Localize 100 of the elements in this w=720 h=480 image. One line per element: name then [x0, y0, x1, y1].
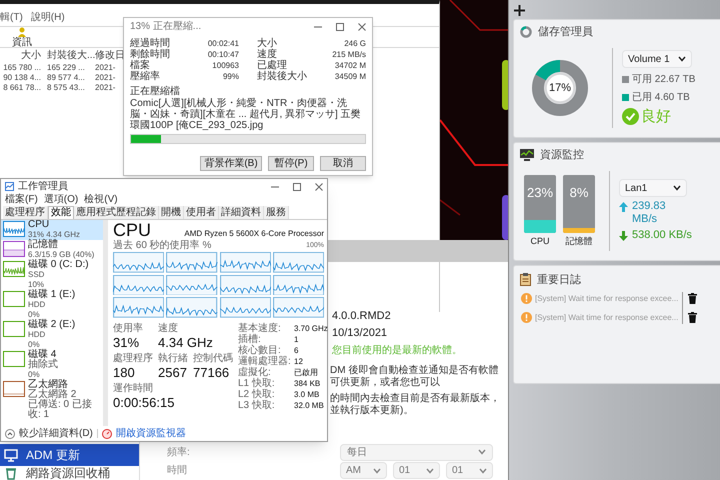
usage-graph: [166, 252, 218, 273]
stat-value: 77166: [193, 365, 230, 381]
device-detail: 乙太網路 2: [28, 390, 76, 400]
window-title: 工作管理員: [18, 180, 68, 192]
device-detail: 已傳送: 0 已接收: 1: [28, 400, 93, 420]
chevron-down-icon: [426, 468, 434, 474]
bin-icon: [4, 466, 18, 480]
table-cell-text: 165 229 ...: [46, 63, 86, 73]
tab[interactable]: 使用者: [184, 206, 219, 219]
usage-graph: [272, 274, 324, 296]
tab[interactable]: 應用程式歷程記錄: [74, 206, 159, 219]
stat-value: 31%: [113, 335, 140, 351]
trash-icon[interactable]: [688, 312, 698, 323]
table-cell-text: 90 138 4...: [2, 73, 42, 83]
stat-label: 速度: [257, 49, 277, 60]
tab[interactable]: 服務: [264, 206, 289, 219]
stat-label: 處理程序: [113, 353, 154, 365]
field-label: 時間: [166, 464, 188, 478]
trash-icon[interactable]: [688, 293, 698, 304]
storage-icon: [520, 26, 532, 38]
resource-monitor-link[interactable]: 開啟資源監視器: [116, 428, 186, 440]
table-cell-text: 2021-: [94, 73, 116, 83]
spec-label: L3 快取:: [238, 400, 276, 411]
sidebar-item[interactable]: ADM 更新: [0, 444, 139, 466]
menu-item[interactable]: 選項(O): [44, 194, 78, 206]
window-title: 13% 正在壓縮...: [130, 20, 202, 34]
stat-value: 0:00:56:15: [113, 395, 176, 411]
maximize-icon[interactable]: [293, 182, 301, 190]
percent-text: 17%: [548, 80, 572, 94]
add-icon[interactable]: [514, 5, 525, 16]
dialog-button[interactable]: 取消: [320, 156, 366, 171]
scrollbar[interactable]: [103, 220, 108, 426]
time-dropdown[interactable]: 01: [393, 462, 440, 479]
stat-label: 剩餘時間: [130, 49, 170, 60]
stat-label: 封裝後大小: [257, 71, 307, 82]
menu-item[interactable]: 說明(H): [30, 12, 65, 26]
stat-value: 34509 M: [334, 71, 366, 82]
tab[interactable]: 詳細資料: [219, 206, 264, 219]
monitor-icon: [520, 149, 534, 161]
column-header[interactable]: 大小: [2, 50, 44, 63]
card-title: 重要日誌: [537, 274, 581, 286]
card-title: 儲存管理員: [538, 26, 593, 38]
stat-value: 100963: [212, 60, 239, 71]
table-cell-text: 2021-: [94, 83, 116, 93]
interface-dropdown[interactable]: Lan1: [619, 179, 687, 197]
usage-graph: [220, 297, 271, 318]
time-dropdown[interactable]: 01: [446, 462, 493, 479]
usage-graph: [113, 274, 164, 296]
chevron-down-icon: [678, 56, 686, 62]
device-detail: HDD: [28, 330, 46, 340]
close-icon[interactable]: [358, 22, 366, 30]
maximize-icon[interactable]: [336, 22, 344, 30]
dialog-button[interactable]: 背景作業(B): [200, 156, 262, 171]
device-name: 磁碟 1 (E:): [28, 290, 76, 300]
tab[interactable]: 開機: [159, 206, 184, 219]
usage-graph: [113, 252, 164, 273]
stat-label: 大小: [257, 38, 277, 49]
menu-item[interactable]: 檔案(F): [5, 194, 38, 206]
legend-label: 已用 4.60 TB: [632, 90, 690, 104]
volume-dropdown[interactable]: Volume 1: [622, 50, 692, 68]
device-detail: 10%: [28, 280, 44, 289]
spec-value: 6: [294, 345, 300, 356]
stat-label: 執行緒: [158, 353, 189, 365]
warning-icon: [521, 312, 532, 323]
less-details-button[interactable]: 較少詳細資料(D): [19, 428, 93, 440]
spec-label: L2 快取:: [238, 389, 276, 400]
stat-label: 壓縮率: [130, 71, 160, 82]
menu-item[interactable]: 檢視(V): [84, 194, 118, 206]
used-segment: [536, 60, 560, 80]
tab[interactable]: 效能: [48, 206, 74, 219]
health-status: 良好: [641, 108, 671, 125]
stat-value: 246 G: [344, 38, 366, 49]
version-text: 4.0.0.RMD2: [332, 310, 391, 323]
clipboard-icon: [520, 273, 531, 286]
download-arrow-icon: [619, 230, 628, 240]
table-cell-text: 2021-: [94, 63, 116, 73]
close-icon[interactable]: [315, 182, 323, 190]
time-dropdown[interactable]: AM: [340, 462, 387, 479]
gauge-icon: [102, 428, 112, 438]
upload-speed: 239.83 MB/s: [632, 200, 667, 226]
frequency-dropdown[interactable]: 每日: [340, 444, 493, 460]
device-detail: 0%: [28, 340, 40, 349]
menu-item[interactable]: 輯(T): [0, 12, 23, 26]
chevron-down-icon: [673, 185, 681, 191]
device-item[interactable]: CPU 31% 4.34 GHz: [1, 220, 103, 240]
chevron-up-icon[interactable]: [5, 428, 15, 438]
meter-label: CPU: [530, 236, 550, 246]
status-text: 您目前使用的是最新的軟體。: [332, 344, 462, 357]
device-detail: 抽除式: [28, 360, 59, 370]
column-header[interactable]: 封裝後大...: [44, 50, 92, 63]
dialog-button[interactable]: 暫停(P): [268, 156, 314, 171]
tab[interactable]: 處理程序: [3, 206, 48, 219]
file-name: Comic[人選][机械人形・純愛・NTR・肉便器・洗脳・凶妹・奇蹟][木童在 ... 超代月, 異邪マッサ] 五樊環國100P [俺CE_293_025.jpg: [130, 98, 362, 131]
device-detail: SSD: [28, 270, 46, 280]
info-button[interactable]: 資訊: [12, 26, 32, 48]
chart-icon: [5, 182, 14, 191]
field-label: 頻率:: [166, 446, 191, 460]
stat-value: 34702 M: [334, 60, 366, 71]
person-icon: [18, 26, 26, 36]
stat-label: 使用率: [113, 323, 144, 335]
